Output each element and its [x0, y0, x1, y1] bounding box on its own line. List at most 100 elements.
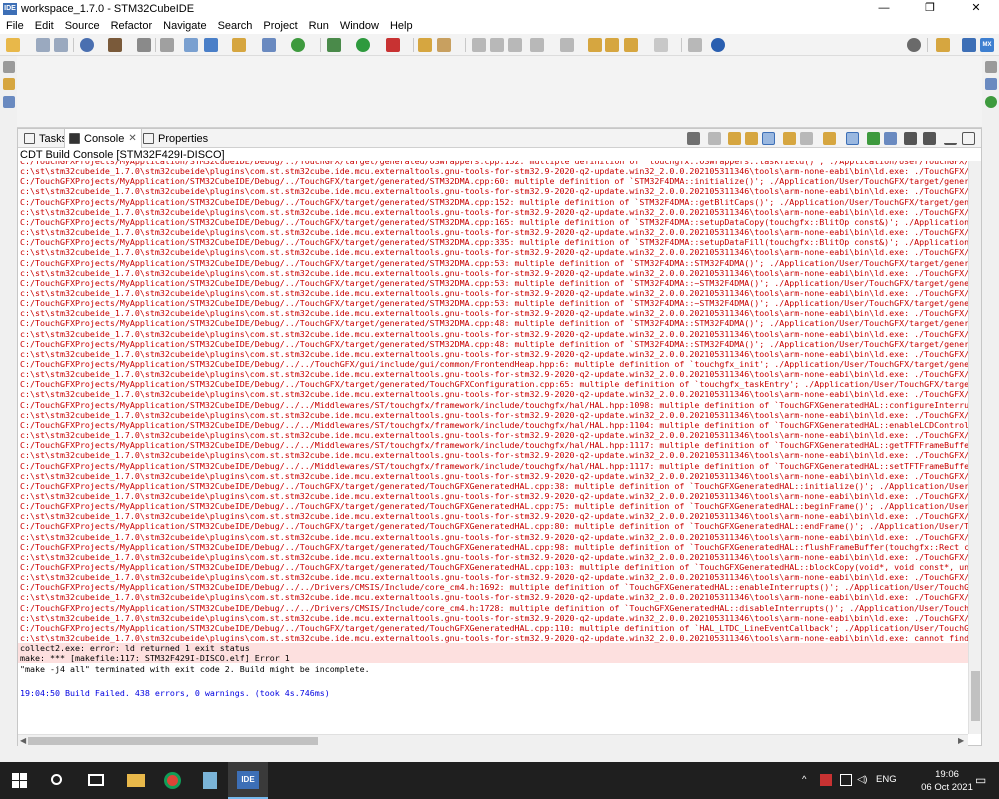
search-debug-icon[interactable] [160, 38, 174, 52]
tray-chevron-icon[interactable]: ^ [802, 774, 806, 785]
display-selected-console-icon[interactable] [867, 132, 880, 145]
open-console-icon[interactable] [688, 38, 702, 52]
word-wrap-icon[interactable] [800, 132, 813, 145]
run-icon[interactable] [356, 38, 370, 52]
info-icon[interactable] [711, 38, 725, 52]
debug-bug-icon[interactable] [327, 38, 341, 52]
search-icon[interactable] [36, 762, 76, 799]
menu-project[interactable]: Project [263, 20, 297, 32]
new-console-icon[interactable] [904, 132, 917, 145]
menu-source[interactable]: Source [65, 20, 100, 32]
new-class-icon[interactable] [232, 38, 246, 52]
ide-taskbar-icon: IDE [237, 771, 259, 789]
restore-button[interactable]: ❐ [907, 0, 953, 17]
tray-device-icon[interactable] [840, 774, 852, 786]
window-title: workspace_1.7.0 - STM32CubeIDE [21, 2, 195, 15]
view-menu-icon[interactable] [923, 132, 936, 145]
menu-window[interactable]: Window [340, 20, 379, 32]
minimize-view-icon[interactable] [944, 132, 957, 145]
back-icon[interactable] [624, 38, 638, 52]
console-log-line: C:/TouchGFXProjects/MyApplication/STM32C… [20, 480, 968, 491]
scroll-right-arrow-icon[interactable]: ▶ [958, 736, 964, 745]
build-hammer-icon[interactable] [108, 38, 122, 52]
project-explorer-icon[interactable] [3, 78, 15, 90]
close-button[interactable]: ✕ [953, 0, 999, 17]
refresh-icon[interactable] [291, 38, 305, 52]
scroll-left-arrow-icon[interactable]: ◀ [20, 736, 26, 745]
clock-date: 06 Oct 2021 [921, 782, 973, 793]
scroll-down-icon[interactable] [745, 132, 758, 145]
save-icon[interactable] [36, 38, 50, 52]
toolbar-separator [73, 38, 74, 52]
console-log-line: c:\st\stm32cubeide_1.7.0\stm32cubeide\pl… [20, 450, 968, 461]
open-console-icon[interactable] [884, 132, 897, 145]
maximize-view-icon[interactable] [962, 132, 975, 145]
outline-view-icon[interactable] [985, 78, 997, 90]
toggle-mark-icon[interactable] [472, 38, 486, 52]
copy-icon[interactable] [783, 132, 796, 145]
tab-console[interactable]: Console ✕ [64, 129, 142, 148]
horizontal-scrollbar[interactable]: ◀ ▶ [18, 734, 968, 746]
console-output[interactable]: C:/TouchGFXProjects/MyApplication/STM32C… [18, 161, 968, 734]
windows-start-icon[interactable] [12, 773, 28, 789]
minimize-button[interactable]: — [861, 0, 907, 17]
chrome-icon[interactable] [152, 762, 192, 799]
show-whitespace-icon[interactable] [508, 38, 522, 52]
menu-search[interactable]: Search [218, 20, 253, 32]
outline-icon[interactable] [3, 96, 15, 108]
menu-bar: File Edit Source Refactor Navigate Searc… [0, 17, 999, 34]
restore-view-icon[interactable] [3, 61, 15, 73]
scroll-lock-icon[interactable] [762, 132, 775, 145]
open-perspective-icon[interactable] [936, 38, 950, 52]
taskbar-clock[interactable]: 19:06 06 Oct 2021 [920, 768, 974, 794]
restore-view-icon[interactable] [985, 61, 997, 73]
show-on-output-icon[interactable] [823, 132, 836, 145]
new-project-icon[interactable] [204, 38, 218, 52]
menu-help[interactable]: Help [390, 20, 413, 32]
mx-perspective-icon[interactable]: MX [980, 38, 994, 52]
menu-file[interactable]: File [6, 20, 24, 32]
terminate-icon[interactable] [687, 132, 700, 145]
new-icon[interactable] [6, 38, 20, 52]
console-log-line: C:/TouchGFXProjects/MyApplication/STM32C… [20, 176, 968, 187]
settings-icon[interactable] [80, 38, 94, 52]
notepad-icon[interactable] [190, 762, 230, 799]
file-explorer-icon[interactable] [116, 762, 156, 799]
tray-app-icon[interactable] [820, 774, 832, 786]
prev-annotation-icon[interactable] [560, 38, 574, 52]
console-log-line: make: *** [makefile:117: STM32F429I-DISC… [20, 653, 290, 664]
task-view-icon[interactable] [76, 762, 116, 799]
binary-icon[interactable] [137, 38, 151, 52]
link-icon[interactable] [184, 38, 198, 52]
build-analyzer-icon[interactable] [985, 96, 997, 108]
vertical-scrollbar[interactable] [968, 161, 981, 734]
search-icon[interactable] [907, 38, 921, 52]
speaker-icon[interactable]: ◁) [857, 774, 867, 785]
forward-icon[interactable] [654, 38, 668, 52]
stm32cubeide-taskbar-button[interactable]: IDE [228, 762, 268, 799]
close-icon[interactable]: ✕ [128, 133, 136, 144]
language-indicator[interactable]: ENG [876, 774, 897, 785]
brush-icon[interactable] [437, 38, 451, 52]
new-file-icon[interactable] [262, 38, 276, 52]
notification-icon[interactable]: ▭ [975, 773, 986, 787]
next-annotation-icon[interactable] [530, 38, 544, 52]
menu-refactor[interactable]: Refactor [111, 20, 153, 32]
menu-edit[interactable]: Edit [35, 20, 54, 32]
pin-console-icon[interactable] [846, 132, 859, 145]
last-edit-icon[interactable] [588, 38, 602, 52]
scroll-up-icon[interactable] [728, 132, 741, 145]
menu-run[interactable]: Run [309, 20, 329, 32]
toolbar-separator [465, 38, 466, 52]
remove-launch-icon[interactable] [708, 132, 721, 145]
vertical-scroll-thumb[interactable] [971, 671, 980, 721]
menu-navigate[interactable]: Navigate [163, 20, 206, 32]
forward-edit-icon[interactable] [605, 38, 619, 52]
save-all-icon[interactable] [54, 38, 68, 52]
open-folder-icon[interactable] [418, 38, 432, 52]
horizontal-scroll-thumb[interactable] [28, 737, 318, 745]
external-tools-icon[interactable] [386, 38, 400, 52]
tab-properties[interactable]: Properties [139, 129, 212, 148]
toggle-block-icon[interactable] [490, 38, 504, 52]
cpp-perspective-icon[interactable] [962, 38, 976, 52]
